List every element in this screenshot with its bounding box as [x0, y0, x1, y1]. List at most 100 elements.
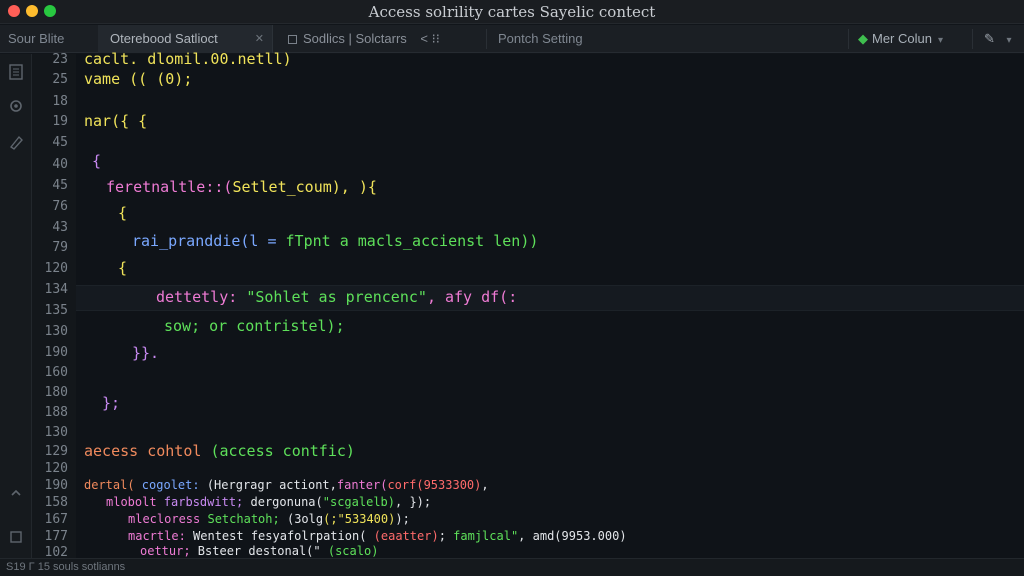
line-number: 134	[44, 282, 68, 297]
extensions-icon[interactable]	[7, 98, 25, 116]
code-line: }}.	[132, 344, 160, 362]
collapse-icon[interactable]	[7, 486, 25, 504]
tab-third[interactable]: Pontch Setting	[498, 25, 583, 53]
files-icon[interactable]	[7, 64, 25, 82]
line-number: 160	[44, 365, 68, 380]
code-token: mlobolt	[106, 495, 164, 509]
code-token: mlecloress	[128, 512, 208, 526]
code-editor[interactable]: caclt. dlomil.00.netll) vame (( (0); nar…	[76, 50, 1024, 558]
line-number: 177	[44, 529, 68, 544]
close-icon[interactable]: ✕	[255, 25, 264, 53]
line-number-gutter: 23 25 18 19 45 40 45 76 43 79 120 134 13…	[32, 52, 76, 560]
status-bar: S19 Γ 15 souls sotlianns	[0, 558, 1024, 576]
code-token: Wentest fesyafolrpation(	[193, 529, 374, 543]
code-token: dettetly:	[156, 288, 247, 306]
code-token: "scgalelb)	[322, 495, 395, 509]
code-token: (eaatter)	[373, 529, 439, 543]
code-line: macrtle: Wentest fesyafolrpation( (eaatt…	[128, 529, 627, 543]
code-line: aecess cohtol (access contfic)	[84, 442, 355, 460]
code-token: dergonuna(	[250, 495, 323, 509]
manage-icon[interactable]	[7, 530, 25, 548]
line-number: 43	[52, 220, 68, 235]
code-token: cogolet:	[141, 478, 207, 492]
line-number: 19	[52, 114, 68, 129]
code-token: Setlet_coum), ){	[232, 178, 377, 196]
code-token: Bsteer destonal("	[197, 544, 328, 558]
line-number: 129	[44, 444, 68, 459]
chevron-down-icon: ▾	[937, 35, 943, 46]
code-line: {	[118, 259, 128, 277]
tab-divider	[972, 29, 973, 49]
tab-file-label[interactable]: Sour Blite	[8, 25, 64, 53]
code-token: (Hergragr actiont,	[206, 478, 337, 492]
code-line: nar({ {	[84, 112, 148, 130]
code-line: mlecloress Setchatoh; (3olg(;"533400));	[128, 512, 410, 526]
line-number: 76	[52, 199, 68, 214]
settings-icon[interactable]	[7, 134, 25, 152]
tab-active-label: Oterebood Satlioct	[110, 31, 218, 46]
tab-second-extra[interactable]: < ⁝⁝	[420, 31, 439, 46]
code-token: famjlcal"	[453, 529, 519, 543]
editor-window: Access solrility cartes Sayelic contect …	[0, 0, 1024, 576]
code-line: sow; or contristel);	[164, 317, 345, 335]
code-line: vame (( (0);	[84, 70, 193, 88]
code-token: aecess cohtol	[84, 442, 211, 460]
code-line: rai_pranddie(l = fTpnt a macls_accienst …	[132, 232, 538, 250]
tab-active[interactable]: Oterebood Satlioct ✕	[98, 25, 273, 53]
code-line: };	[102, 394, 121, 412]
code-line: {	[92, 152, 102, 170]
code-token: oettur;	[140, 544, 198, 558]
code-token: (3olg	[286, 512, 324, 526]
line-number: 180	[44, 385, 68, 400]
code-line: dettetly: "Sohlet as prencenc", afy df(:	[156, 288, 517, 306]
line-number: 23	[52, 52, 68, 67]
code-token: fTpnt a macls_accienst len))	[285, 232, 539, 250]
line-number: 120	[44, 261, 68, 276]
line-number: 45	[52, 135, 68, 150]
status-text: S19 Γ 15 souls sotlianns	[6, 561, 126, 573]
window-title: Access solrility cartes Sayelic contect	[368, 3, 656, 21]
pin-icon: ✎	[984, 31, 995, 46]
code-token: ;	[438, 529, 454, 543]
line-number: 190	[44, 345, 68, 360]
code-token: (scalo)	[327, 544, 379, 558]
line-number: 130	[44, 425, 68, 440]
code-line: mlobolt farbsdwitt; dergonuna("scgalelb)…	[106, 495, 431, 509]
code-line: dertal( cogolet: (Hergragr actiont,fante…	[84, 478, 489, 492]
line-number: 135	[44, 303, 68, 318]
tab-divider	[848, 29, 849, 49]
column-selector[interactable]: ◆ Mer Colun ▾	[858, 25, 943, 53]
pin-menu[interactable]: ✎ ▾	[984, 25, 1012, 53]
code-token: ,	[481, 478, 489, 492]
tab-bar: Sour Blite Oterebood Satlioct ✕ Sodlics …	[0, 25, 1024, 53]
code-token: macrtle:	[128, 529, 194, 543]
line-number: 25	[52, 72, 68, 87]
code-token: (;"533400)	[323, 512, 396, 526]
code-token: fanter(	[336, 478, 388, 492]
code-token: rai_pranddie(l =	[132, 232, 286, 250]
code-token: "Sohlet as prencenc"	[246, 288, 427, 306]
chevron-down-icon: ▾	[1006, 35, 1012, 46]
line-number: 130	[44, 324, 68, 339]
code-token: , afy df(:	[426, 288, 518, 306]
code-token: (access contfic)	[210, 442, 355, 460]
line-number: 158	[44, 495, 68, 510]
code-token: , amd(9953.000)	[518, 529, 627, 543]
tab-second[interactable]: Sodlics | Solctarrs < ⁝⁝	[280, 25, 440, 53]
code-token: , });	[395, 495, 432, 509]
title-bar: Access solrility cartes Sayelic contect	[0, 0, 1024, 24]
code-line: oettur; Bsteer destonal(" (scalo)	[140, 544, 378, 558]
code-token: corf(9533300)	[387, 478, 482, 492]
line-number: 188	[44, 405, 68, 420]
tab-divider	[486, 29, 487, 49]
code-token: Setchatoh;	[207, 512, 287, 526]
code-token: farbsdwitt;	[163, 495, 251, 509]
code-line: caclt. dlomil.00.netll)	[84, 50, 292, 68]
tab-second-label: Sodlics | Solctarrs	[303, 31, 407, 46]
leaf-icon: ◆	[858, 31, 868, 46]
code-token: feretnaltle::(	[106, 178, 233, 196]
code-token: dertal(	[84, 478, 142, 492]
column-selector-label: Mer Colun	[872, 31, 932, 46]
code-line: {	[118, 204, 128, 222]
line-number: 18	[52, 94, 68, 109]
